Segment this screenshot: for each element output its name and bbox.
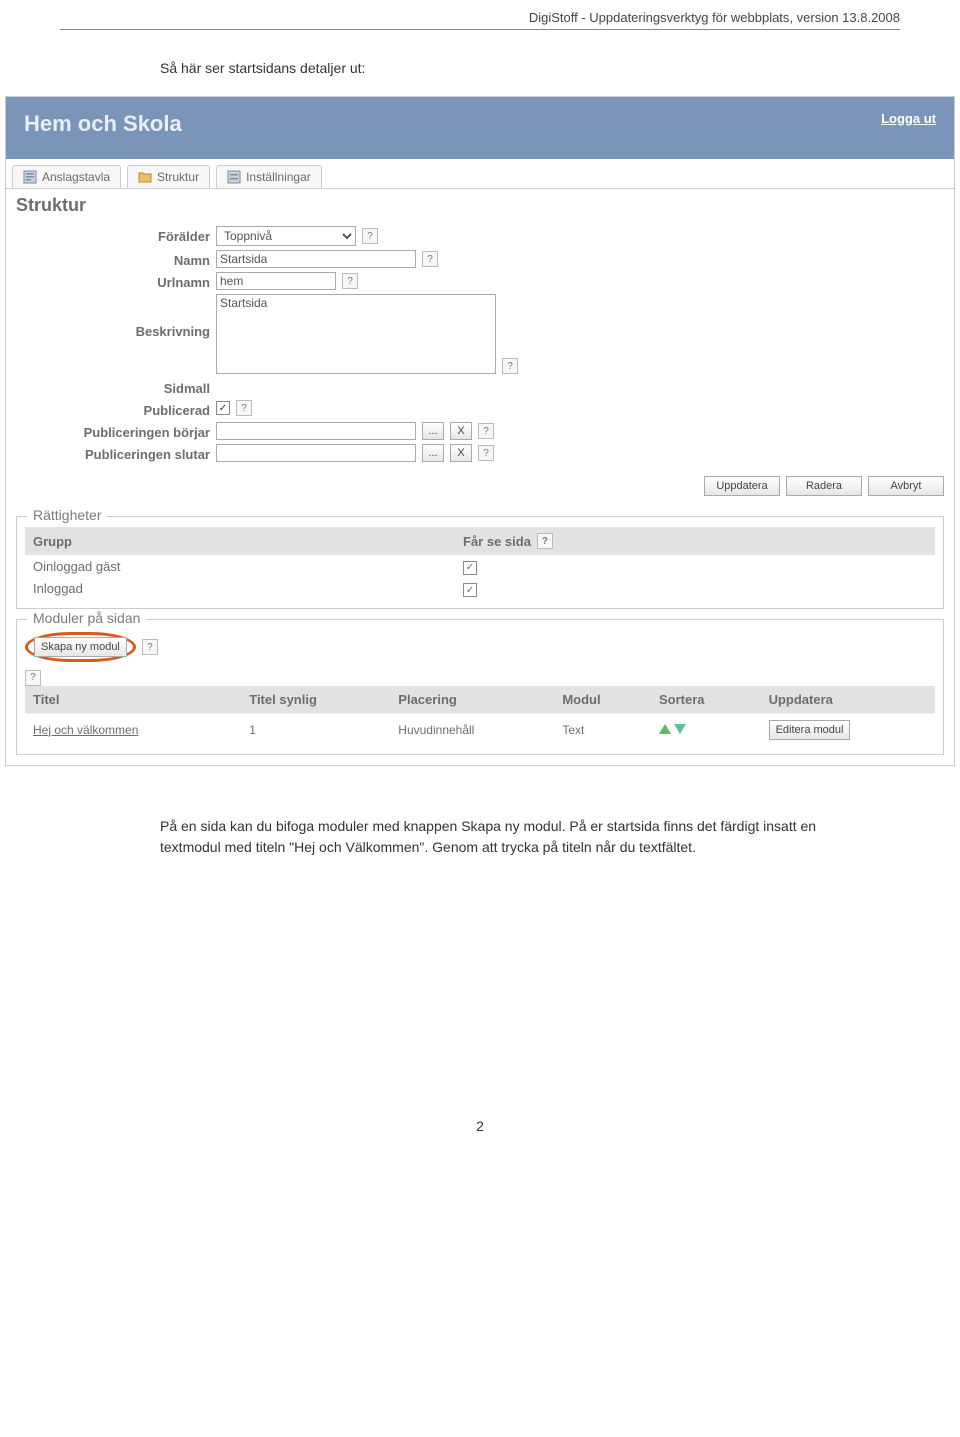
settings-icon bbox=[227, 170, 241, 184]
tab-anslagstavla[interactable]: Anslagstavla bbox=[12, 165, 121, 188]
header-rule bbox=[60, 29, 900, 30]
help-icon[interactable]: ? bbox=[502, 358, 518, 374]
col-module: Modul bbox=[554, 686, 651, 714]
folder-icon bbox=[138, 170, 152, 184]
clear-button[interactable]: X bbox=[450, 422, 472, 440]
pubstart-input[interactable] bbox=[216, 422, 416, 440]
pubend-input[interactable] bbox=[216, 444, 416, 462]
perm-group-name: Oinloggad gäst bbox=[33, 559, 463, 574]
help-icon[interactable]: ? bbox=[362, 228, 378, 244]
help-icon[interactable]: ? bbox=[236, 400, 252, 416]
help-icon[interactable]: ? bbox=[342, 273, 358, 289]
tab-label: Anslagstavla bbox=[42, 170, 110, 184]
perm-row: Inloggad ✓ bbox=[25, 578, 935, 601]
parent-select[interactable]: Toppnivå bbox=[216, 226, 356, 246]
footer-paragraph: På en sida kan du bifoga moduler med kna… bbox=[160, 816, 840, 858]
sort-down-icon[interactable] bbox=[674, 724, 686, 734]
perm-checkbox[interactable]: ✓ bbox=[463, 561, 477, 575]
modules-legend: Moduler på sidan bbox=[27, 610, 146, 626]
section-title: Struktur bbox=[6, 189, 954, 224]
banner: Hem och Skola Logga ut bbox=[6, 97, 954, 159]
module-placement: Huvudinnehåll bbox=[390, 713, 554, 746]
delete-button[interactable]: Radera bbox=[786, 476, 862, 496]
desc-textarea[interactable]: Startsida bbox=[216, 294, 496, 374]
app-title: Hem och Skola bbox=[24, 111, 182, 137]
form-area: Förälder Toppnivå ? Namn ? Urlnamn ? bbox=[6, 224, 954, 472]
date-picker-button[interactable]: ... bbox=[422, 444, 444, 462]
table-row: Hej och välkommen 1 Huvudinnehåll Text E… bbox=[25, 713, 935, 746]
action-row: Uppdatera Radera Avbryt bbox=[6, 472, 954, 506]
help-icon[interactable]: ? bbox=[478, 445, 494, 461]
col-title-visible: Titel synlig bbox=[241, 686, 390, 714]
urlname-input[interactable] bbox=[216, 272, 336, 290]
intro-text: Så här ser startsidans detaljer ut: bbox=[160, 60, 900, 76]
help-icon[interactable]: ? bbox=[25, 670, 41, 686]
tab-label: Struktur bbox=[157, 170, 199, 184]
pubend-label: Publiceringen slutar bbox=[16, 444, 216, 462]
help-icon[interactable]: ? bbox=[142, 639, 158, 655]
tab-struktur[interactable]: Struktur bbox=[127, 165, 210, 188]
perm-checkbox[interactable]: ✓ bbox=[463, 583, 477, 597]
doc-header: DigiStoff - Uppdateringsverktyg för webb… bbox=[0, 0, 960, 29]
col-sort: Sortera bbox=[651, 686, 761, 714]
name-label: Namn bbox=[16, 250, 216, 268]
sort-up-icon[interactable] bbox=[659, 724, 671, 734]
modules-fieldset: Moduler på sidan Skapa ny modul ? ? Tite… bbox=[16, 619, 944, 755]
app-window: Hem och Skola Logga ut Anslagstavla Stru… bbox=[5, 96, 955, 766]
permissions-legend: Rättigheter bbox=[27, 507, 107, 523]
col-title: Titel bbox=[25, 686, 241, 714]
help-icon[interactable]: ? bbox=[537, 533, 553, 549]
col-placement: Placering bbox=[390, 686, 554, 714]
create-module-button[interactable]: Skapa ny modul bbox=[34, 637, 127, 657]
edit-module-button[interactable]: Editera modul bbox=[769, 720, 851, 740]
pubstart-label: Publiceringen börjar bbox=[16, 422, 216, 440]
logout-link[interactable]: Logga ut bbox=[881, 111, 936, 126]
col-update: Uppdatera bbox=[761, 686, 935, 714]
tab-installningar[interactable]: Inställningar bbox=[216, 165, 322, 188]
page-number: 2 bbox=[0, 1118, 960, 1154]
date-picker-button[interactable]: ... bbox=[422, 422, 444, 440]
published-checkbox[interactable]: ✓ bbox=[216, 401, 230, 415]
perm-row: Oinloggad gäst ✓ bbox=[25, 555, 935, 578]
name-input[interactable] bbox=[216, 250, 416, 268]
perm-group-name: Inloggad bbox=[33, 581, 463, 596]
update-button[interactable]: Uppdatera bbox=[704, 476, 780, 496]
help-icon[interactable]: ? bbox=[422, 251, 438, 267]
perm-group-header: Grupp bbox=[33, 534, 463, 549]
highlight-circle: Skapa ny modul bbox=[25, 632, 136, 662]
board-icon bbox=[23, 170, 37, 184]
module-type: Text bbox=[554, 713, 651, 746]
tab-bar: Anslagstavla Struktur Inställningar bbox=[6, 159, 954, 189]
tab-label: Inställningar bbox=[246, 170, 311, 184]
help-icon[interactable]: ? bbox=[478, 423, 494, 439]
cancel-button[interactable]: Avbryt bbox=[868, 476, 944, 496]
module-title-link[interactable]: Hej och välkommen bbox=[33, 723, 138, 737]
permissions-fieldset: Rättigheter Grupp Får se sida ? Oinlogga… bbox=[16, 516, 944, 609]
perm-see-header: Får se sida bbox=[463, 534, 531, 549]
clear-button[interactable]: X bbox=[450, 444, 472, 462]
published-label: Publicerad bbox=[16, 400, 216, 418]
template-label: Sidmall bbox=[16, 378, 216, 396]
desc-label: Beskrivning bbox=[16, 294, 216, 339]
urlname-label: Urlnamn bbox=[16, 272, 216, 290]
parent-label: Förälder bbox=[16, 226, 216, 244]
modules-table: Titel Titel synlig Placering Modul Sorte… bbox=[25, 686, 935, 746]
module-title-visible: 1 bbox=[241, 713, 390, 746]
